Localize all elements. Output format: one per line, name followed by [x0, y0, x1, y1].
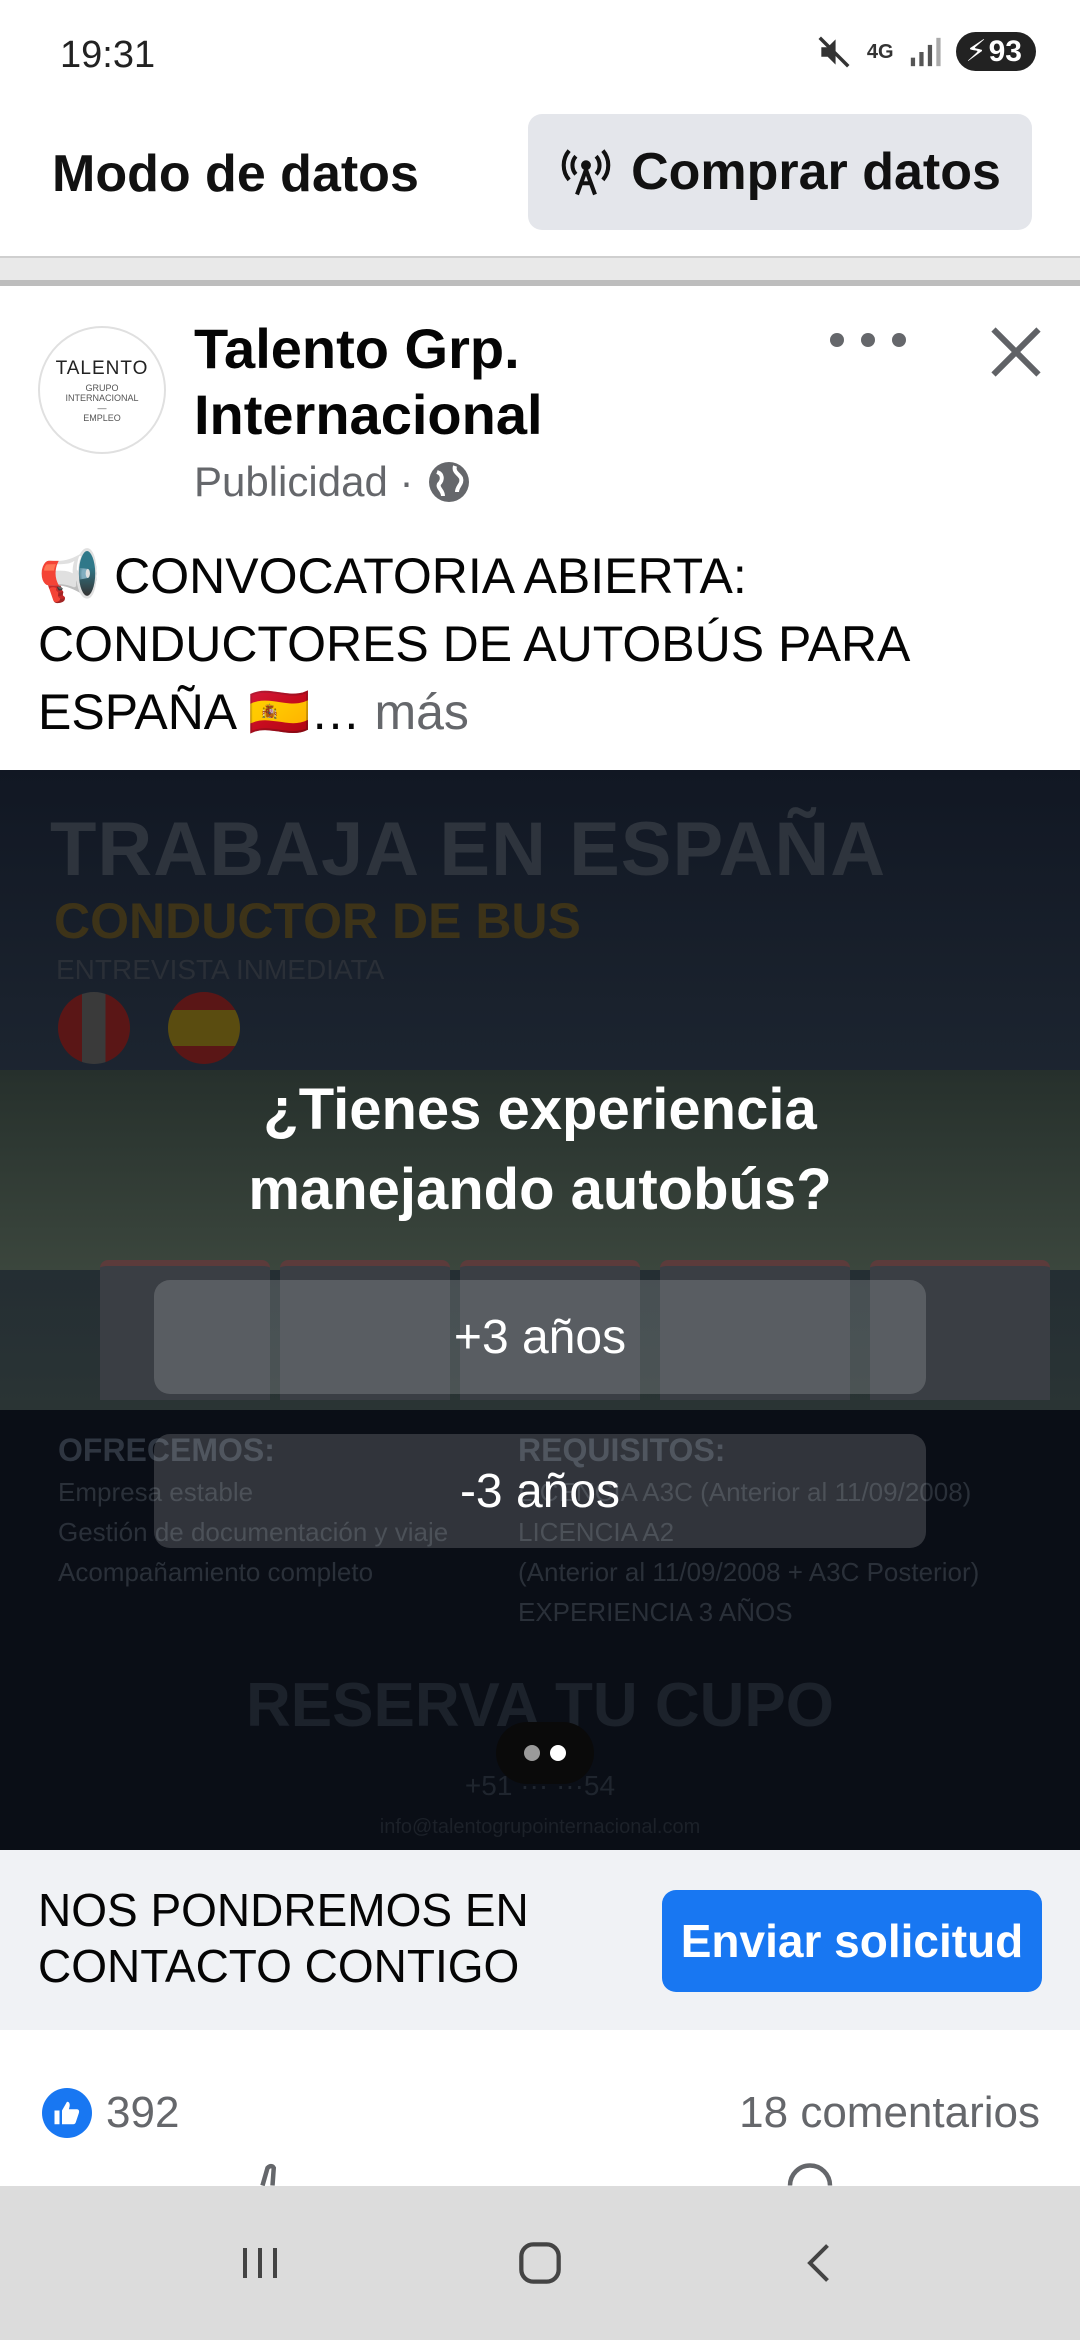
send-request-button[interactable]: Enviar solicitud: [662, 1890, 1042, 1992]
network-type: 4G: [866, 40, 894, 63]
bg-email: info@talentogrupointernacional.com: [379, 1816, 701, 1838]
page-avatar[interactable]: TALENTO GRUPO INTERNACIONAL — EMPLEO: [38, 326, 166, 454]
battery-charging-icon: ⚡ 93: [955, 32, 1036, 71]
cta-text: NOS PONDREMOS EN CONTACTO CONTIGO: [38, 1884, 529, 1992]
home-icon[interactable]: [495, 2218, 585, 2308]
close-icon[interactable]: [986, 322, 1046, 382]
mute-icon: [818, 36, 850, 67]
avatar-logo-sub: GRUPO INTERNACIONAL — EMPLEO: [65, 382, 139, 423]
data-mode-title: Modo de datos: [52, 145, 419, 203]
buy-data-label: Comprar datos: [631, 143, 1001, 201]
ad-media: TRABAJA EN ESPAÑA CONDUCTOR DE BUS ENTRE…: [0, 770, 1080, 1850]
like-button-icon[interactable]: [240, 2160, 300, 2186]
antenna-icon: [561, 149, 611, 196]
battery-level: 93: [988, 34, 1022, 68]
buy-data-button[interactable]: Comprar datos: [528, 114, 1032, 230]
globe-icon: [429, 462, 470, 502]
system-nav-bar: [0, 2186, 1080, 2340]
peru-flag-icon: [58, 992, 130, 1064]
data-mode-bar: Modo de datos Comprar datos: [0, 110, 1080, 256]
avatar-logo-text: TALENTO: [55, 357, 149, 379]
feed-divider: [0, 256, 1080, 286]
sponsored-label: Publicidad ·: [194, 458, 473, 506]
carousel-pager: [496, 1722, 594, 1784]
status-icons: 4G ⚡ 93: [815, 32, 1036, 71]
status-time: 19:31: [60, 34, 156, 76]
status-bar: 19:31 4G ⚡ 93: [0, 0, 1080, 110]
bg-subheadline: CONDUCTOR DE BUS: [54, 893, 581, 949]
pager-dot-active: [550, 1745, 566, 1761]
poll-question: ¿Tienes experiencia manejando autobús?: [248, 1077, 832, 1222]
like-reaction-icon: [42, 2088, 92, 2138]
comment-count[interactable]: 18 comentarios: [739, 2088, 1040, 2138]
post-caption[interactable]: 📢 CONVOCATORIA ABIERTA: CONDUCTORES DE A…: [38, 542, 1048, 746]
see-more-link[interactable]: más: [361, 684, 468, 740]
signal-icon: [910, 37, 941, 66]
page-name[interactable]: Talento Grp. Internacional: [194, 316, 614, 448]
comment-button-icon[interactable]: [780, 2160, 840, 2186]
bg-headline: TRABAJA EN ESPAÑA: [50, 807, 887, 892]
reactions-bar: 392 18 comentarios: [0, 2030, 1080, 2186]
caption-text: 📢 CONVOCATORIA ABIERTA: CONDUCTORES DE A…: [38, 548, 908, 740]
bg-tagline: ENTREVISTA INMEDIATA: [56, 954, 385, 985]
poll-option-more-3[interactable]: +3 años: [154, 1280, 926, 1394]
spain-flag-icon: [168, 992, 240, 1064]
poll-option-less-3[interactable]: -3 años: [154, 1434, 926, 1548]
more-options-icon[interactable]: [830, 320, 906, 360]
pager-dot: [524, 1745, 540, 1761]
back-icon[interactable]: [775, 2218, 865, 2308]
like-count[interactable]: 392: [106, 2088, 179, 2138]
recent-apps-icon[interactable]: [215, 2218, 305, 2308]
cta-bar: NOS PONDREMOS EN CONTACTO CONTIGO Enviar…: [0, 1850, 1080, 2030]
sponsored-text: Publicidad ·: [194, 458, 414, 505]
